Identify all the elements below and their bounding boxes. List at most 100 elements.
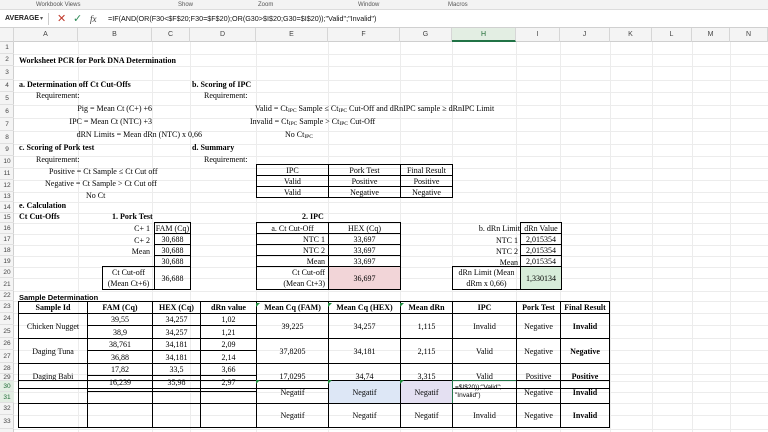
row-header-12[interactable]: 12 [0, 180, 14, 192]
hex-cq: 34,181 [152, 350, 201, 364]
ipc-rule: IPC = Mean Ct (NTC) +3 [69, 117, 152, 126]
row-header-15[interactable]: 15 [0, 213, 14, 223]
pork-cutoff-value: 36,688 [154, 266, 191, 290]
pig-rule: Pig = Mean Ct (C+) +6 [77, 104, 152, 113]
row-header-19[interactable]: 19 [0, 256, 14, 267]
summary-cell: Negative [400, 186, 453, 198]
formula-input[interactable]: =IF(AND(OR(F30<$F$20;F30=$F$20);OR(G30>$… [108, 10, 763, 28]
column-header-d[interactable]: D [190, 28, 256, 42]
row-header-20[interactable]: 20 [0, 267, 14, 278]
function-icon[interactable]: fx [90, 11, 97, 27]
column-header-i[interactable]: I [516, 28, 560, 42]
row-header-16[interactable]: 16 [0, 223, 14, 234]
fam-cq: 38,9 [87, 325, 153, 339]
mean-drn: Negatif [400, 380, 453, 404]
mean-cq-hex: 34,181 [328, 338, 401, 364]
ipc-cutoff-label: Ct Cut-off [292, 268, 325, 277]
pork-row-label: C+ 2 [134, 236, 150, 245]
mean-cq-fam: 39,225 [256, 313, 329, 339]
error-indicator [400, 380, 404, 384]
row-header-31[interactable]: 31 [0, 392, 14, 403]
confirm-icon[interactable]: ✓ [73, 11, 82, 27]
row-header-18[interactable]: 18 [0, 245, 14, 256]
column-header-c[interactable]: C [152, 28, 190, 42]
ipc-title: 2. IPC [302, 212, 324, 221]
gridline [610, 42, 611, 432]
column-header-f[interactable]: F [328, 28, 400, 42]
mean-cq-hex: 34,257 [328, 313, 401, 339]
row-header-28[interactable]: 28 [0, 363, 14, 374]
row-header-11[interactable]: 11 [0, 168, 14, 180]
invalid-rule: Invalid = CtIPC Sample > CtIPC Cut-Off [250, 117, 376, 127]
gridline [14, 66, 768, 67]
hex-cq: 34,257 [152, 325, 201, 339]
row-header-14[interactable]: 14 [0, 202, 14, 213]
drn-limit-label: dRn Limit (Mean [458, 268, 515, 277]
row-header-32[interactable]: 32 [0, 403, 14, 415]
row-header-25[interactable]: 25 [0, 325, 14, 338]
row-header-13[interactable]: 13 [0, 192, 14, 202]
row-header-17[interactable]: 17 [0, 234, 14, 245]
column-header-k[interactable]: K [610, 28, 652, 42]
column-header-g[interactable]: G [400, 28, 452, 42]
column-header-h[interactable]: H [452, 28, 516, 42]
ribbon-macros[interactable]: Macros [448, 0, 468, 10]
row-header-9[interactable]: 9 [0, 144, 14, 156]
row-header-30[interactable]: 30 [0, 381, 14, 392]
ribbon-show[interactable]: Show [178, 0, 193, 10]
row-header-10[interactable]: 10 [0, 156, 14, 168]
column-header-b[interactable]: B [78, 28, 152, 42]
column-header-n[interactable]: N [730, 28, 768, 42]
ribbon-zoom[interactable]: Zoom [258, 0, 273, 10]
gridline [14, 144, 768, 145]
row-header-22[interactable]: 22 [0, 291, 14, 301]
row-header-8[interactable]: 8 [0, 131, 14, 144]
formula-fragment: "Invalid") [455, 392, 481, 399]
ipc-result: Invalid [452, 403, 517, 428]
row-header-4[interactable]: 4 [0, 80, 14, 92]
worksheet-grid[interactable]: Worksheet PCR for Pork DNA Determination… [14, 42, 768, 432]
final-result: Negative [560, 338, 610, 364]
select-all-corner[interactable] [0, 28, 14, 42]
error-indicator [256, 380, 260, 384]
row-header-21[interactable]: 21 [0, 278, 14, 291]
section-a-requirement: Requirement: [36, 91, 80, 100]
cancel-icon[interactable]: ✕ [57, 11, 66, 27]
column-header-l[interactable]: L [652, 28, 692, 42]
section-a-heading: a. Determination off Ct Cut-Offs [19, 80, 131, 89]
gridline [14, 92, 768, 93]
row-header-27[interactable]: 27 [0, 350, 14, 363]
formula-fragment: =$I$20));"Valid"; [455, 384, 502, 391]
row-header-29[interactable]: 29 [0, 374, 14, 381]
ribbon-tabs: Workbook Views Show Zoom Window Macros [0, 0, 768, 10]
chevron-down-icon[interactable]: ▾ [40, 12, 43, 26]
column-header-j[interactable]: J [560, 28, 610, 42]
divider [48, 13, 49, 25]
row-header-3[interactable]: 3 [0, 66, 14, 80]
row-header-5[interactable]: 5 [0, 92, 14, 105]
row-header-2[interactable]: 2 [0, 54, 14, 66]
pork-test-result: Negative [516, 338, 561, 364]
fam-cq [87, 403, 153, 428]
drn-rule: dRN Limits = Mean dRn (NTC) x 0,66 [76, 130, 202, 139]
mean-cq-fam: 37,8205 [256, 338, 329, 364]
error-indicator [328, 303, 332, 307]
column-header-e[interactable]: E [256, 28, 328, 42]
pork-test-result: Negative [516, 403, 561, 428]
column-header-m[interactable]: M [692, 28, 730, 42]
row-header-24[interactable]: 24 [0, 313, 14, 325]
row-header-6[interactable]: 6 [0, 105, 14, 118]
ribbon-window[interactable]: Window [358, 0, 379, 10]
row-header-7[interactable]: 7 [0, 118, 14, 131]
gridline [14, 291, 768, 292]
mean-drn: Negatif [400, 403, 453, 428]
row-header-33[interactable]: 33 [0, 415, 14, 429]
section-b-heading: b. Scoring of IPC [192, 80, 252, 89]
negative-rule: Negative = Ct Sample > Ct Cut off [45, 179, 157, 188]
row-header-1[interactable]: 1 [0, 42, 14, 54]
row-header-23[interactable]: 23 [0, 301, 14, 313]
row-header-26[interactable]: 26 [0, 338, 14, 350]
active-cell-editor[interactable]: =$I$20));"Valid"; "Invalid") [452, 380, 517, 404]
ribbon-workbook-views[interactable]: Workbook Views [36, 0, 80, 10]
column-header-a[interactable]: A [14, 28, 78, 42]
